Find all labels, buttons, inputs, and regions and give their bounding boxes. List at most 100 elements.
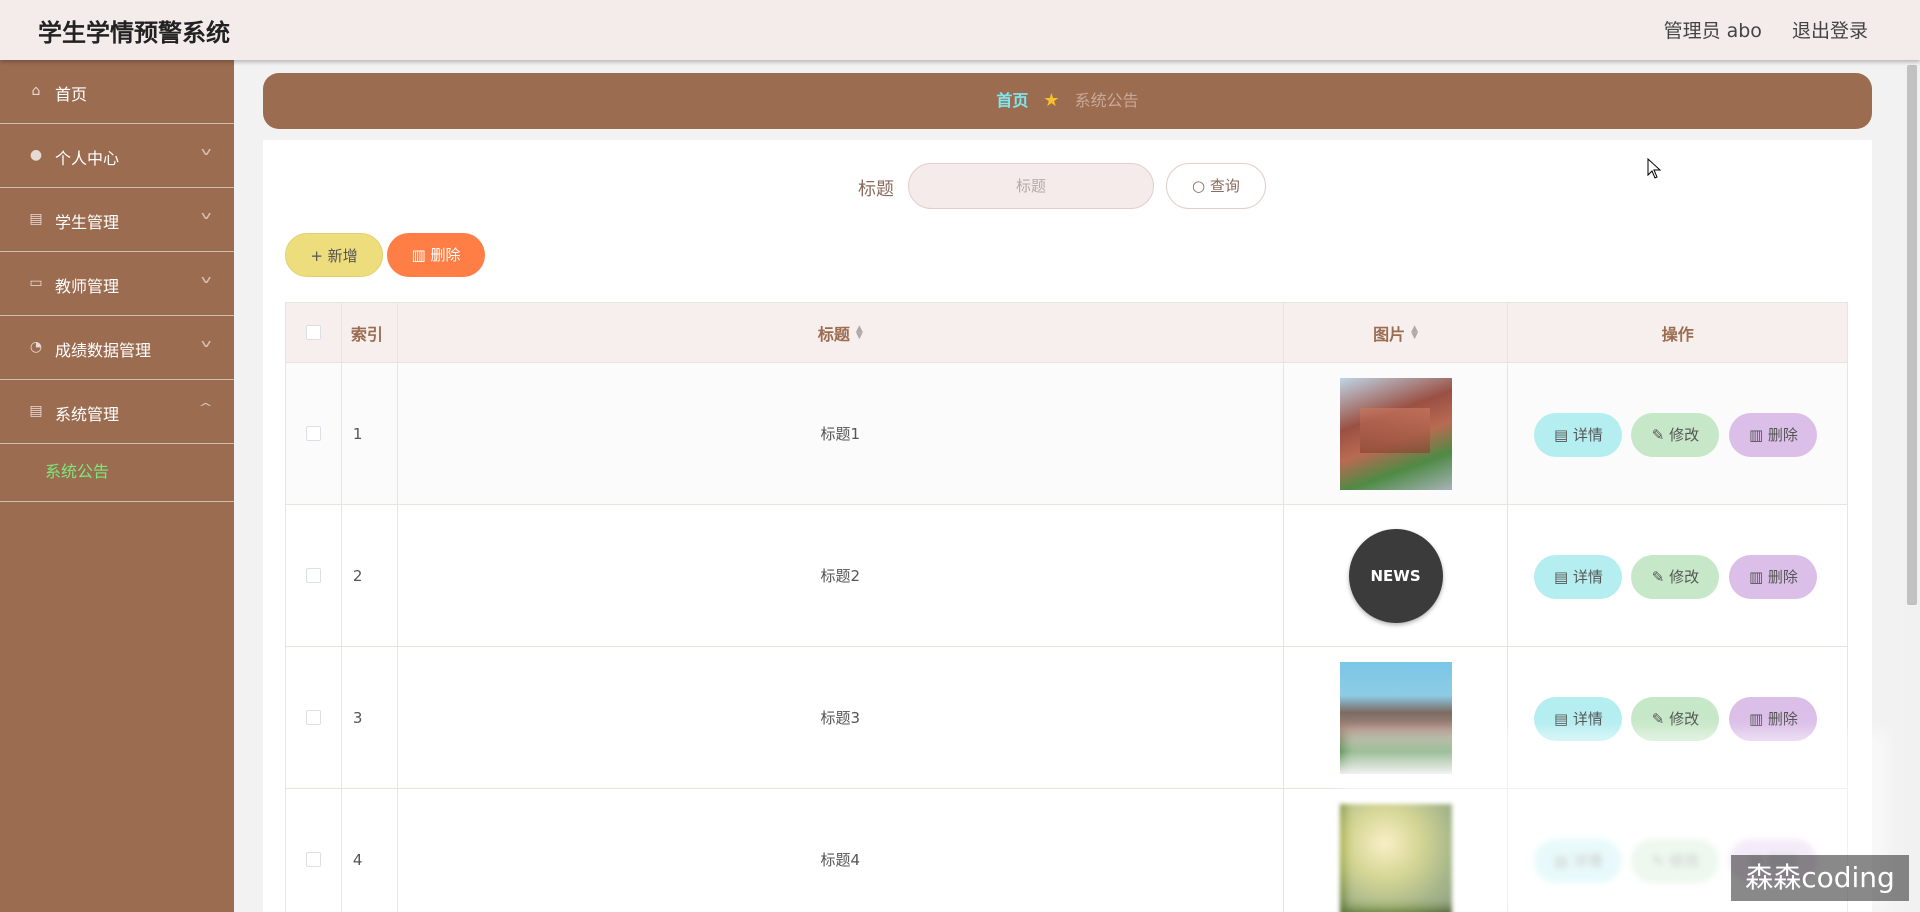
- search-button[interactable]: ○ 查询: [1166, 163, 1266, 209]
- sidebar-item-label: 教师管理: [55, 277, 120, 296]
- select-all-checkbox[interactable]: [305, 325, 321, 340]
- pencil-icon: ✎: [1651, 710, 1670, 728]
- clipboard-icon: ▤: [29, 403, 43, 419]
- search-button-label: 查询: [1209, 177, 1240, 195]
- trash-icon: ▥: [1748, 710, 1768, 728]
- admin-user-label[interactable]: 管理员 abo: [1664, 20, 1762, 42]
- document-icon: ▤: [1553, 568, 1573, 586]
- chevron-down-icon: v: [201, 209, 212, 222]
- sidebar-item-label: 成绩数据管理: [55, 341, 152, 360]
- detail-button-label: 详情: [1572, 426, 1603, 444]
- chevron-up-icon: ^: [198, 401, 213, 414]
- watermark: 森森coding: [1731, 855, 1909, 901]
- detail-button-label: 详情: [1572, 568, 1603, 586]
- edit-button[interactable]: ✎ 修改: [1631, 555, 1720, 599]
- detail-button[interactable]: ▤ 详情: [1534, 555, 1623, 599]
- trash-icon: ▥: [1748, 426, 1768, 444]
- document-icon: ▤: [1553, 426, 1573, 444]
- batch-delete-button[interactable]: ▥ 删除: [387, 233, 485, 277]
- row-title: 标题2: [398, 505, 1284, 646]
- home-icon: ⌂: [31, 83, 41, 99]
- star-icon: ★: [1043, 90, 1060, 111]
- pencil-icon: ✎: [1651, 426, 1670, 444]
- row-checkbox[interactable]: [305, 426, 321, 441]
- user-icon: ●: [29, 147, 43, 163]
- add-button-label: 新增: [327, 247, 358, 265]
- campus-building-image[interactable]: [1339, 377, 1452, 490]
- chevron-down-icon: v: [201, 337, 212, 350]
- row-delete-button[interactable]: ▥ 删除: [1729, 413, 1818, 457]
- row-index: 2: [342, 505, 398, 646]
- table-header: 索引 标题 ▲ ▼ 图片 ▲ ▼ 操作: [286, 303, 1847, 363]
- row-title: 标题3: [398, 647, 1284, 788]
- sidebar-item-student-management[interactable]: ▤ 学生管理 v: [0, 188, 234, 252]
- sidebar-item-label: 首页: [55, 85, 88, 104]
- sidebar-item-score-management[interactable]: ◔ 成绩数据管理 v: [0, 316, 234, 380]
- chevron-down-icon: v: [201, 145, 212, 158]
- column-header-title-label: 标题: [817, 324, 850, 344]
- sidebar-item-home[interactable]: ⌂ 首页: [0, 60, 234, 124]
- scrollbar-thumb[interactable]: [1907, 65, 1917, 605]
- row-checkbox[interactable]: [305, 568, 321, 583]
- compass-icon: ◔: [29, 339, 43, 355]
- row-index: 4: [342, 789, 398, 912]
- sidebar-item-system-management[interactable]: ▤ 系统管理 ^: [0, 380, 234, 444]
- header-checkbox-cell: [286, 303, 342, 362]
- column-header-actions: 操作: [1661, 324, 1694, 344]
- delete-button-label: 删除: [430, 246, 461, 264]
- sidebar-submenu: 系统公告: [0, 444, 234, 502]
- column-header-title[interactable]: 标题 ▲ ▼: [398, 303, 1284, 362]
- search-input[interactable]: [908, 163, 1154, 209]
- detail-button-label: 详情: [1572, 710, 1603, 728]
- row-title: 标题4: [398, 789, 1284, 912]
- plus-icon: +: [310, 247, 323, 265]
- chevron-down-icon: v: [201, 273, 212, 286]
- sidebar-item-label: 个人中心: [55, 149, 120, 168]
- column-header-image[interactable]: 图片 ▲ ▼: [1284, 303, 1509, 362]
- sort-icon[interactable]: ▲ ▼: [1411, 324, 1418, 340]
- sort-icon[interactable]: ▲ ▼: [856, 324, 863, 340]
- top-header: 学生学情预警系统 管理员 abo 退出登录: [0, 0, 1920, 60]
- edit-button-label: 修改: [1669, 426, 1700, 444]
- table-row: 2 标题2 NEWS ▤ 详情 ✎ 修改 ▥ 删除: [286, 505, 1847, 647]
- add-button[interactable]: + 新增: [285, 233, 383, 277]
- header-actions: 管理员 abo 退出登录: [1640, 16, 1868, 43]
- edit-button[interactable]: ✎ 修改: [1631, 413, 1720, 457]
- detail-button[interactable]: ▤ 详情: [1534, 413, 1623, 457]
- news-globe-image[interactable]: NEWS: [1339, 519, 1452, 632]
- sidebar-item-teacher-management[interactable]: ▭ 教师管理 v: [0, 252, 234, 316]
- row-index: 1: [342, 363, 398, 504]
- edit-button-label: 修改: [1669, 568, 1700, 586]
- row-image-cell: [1284, 363, 1509, 504]
- sidebar-item-label: 学生管理: [55, 213, 120, 232]
- breadcrumb: 首页 ★ 系统公告: [263, 73, 1872, 129]
- column-header-index: 索引: [342, 303, 398, 362]
- column-header-image-label: 图片: [1373, 324, 1406, 344]
- table-row: 1 标题1 ▤ 详情 ✎ 修改 ▥ 删除: [286, 363, 1847, 505]
- row-delete-button[interactable]: ▥ 删除: [1729, 555, 1818, 599]
- pencil-icon: ✎: [1651, 568, 1670, 586]
- logout-link[interactable]: 退出登录: [1792, 20, 1868, 42]
- breadcrumb-home[interactable]: 首页: [996, 91, 1028, 110]
- sidebar-subitem-announcements[interactable]: 系统公告: [45, 458, 109, 482]
- search-icon: ○: [1192, 177, 1206, 195]
- row-checkbox-cell: [286, 789, 342, 912]
- sidebar: ⌂ 首页 ● 个人中心 v ▤ 学生管理 v ▭ 教师管理 v ◔ 成绩数据管理…: [0, 60, 234, 912]
- trash-icon: ▥: [411, 246, 426, 264]
- row-index: 3: [342, 647, 398, 788]
- row-delete-button-label: 删除: [1767, 710, 1798, 728]
- app-title: 学生学情预警系统: [38, 19, 230, 47]
- row-checkbox[interactable]: [305, 710, 321, 725]
- page-scrollbar[interactable]: [1904, 60, 1920, 912]
- sidebar-item-personal-center[interactable]: ● 个人中心 v: [0, 124, 234, 188]
- row-checkbox-cell: [286, 647, 342, 788]
- edit-button-label: 修改: [1669, 710, 1700, 728]
- row-checkbox[interactable]: [305, 852, 321, 867]
- row-delete-button-label: 删除: [1767, 568, 1798, 586]
- row-title: 标题1: [398, 363, 1284, 504]
- news-icon: NEWS: [1348, 528, 1443, 623]
- document-icon: ▤: [1553, 710, 1573, 728]
- row-delete-button-label: 删除: [1767, 426, 1798, 444]
- row-actions: ▤ 详情 ✎ 修改 ▥ 删除: [1508, 363, 1847, 504]
- row-image-cell: NEWS: [1284, 505, 1509, 646]
